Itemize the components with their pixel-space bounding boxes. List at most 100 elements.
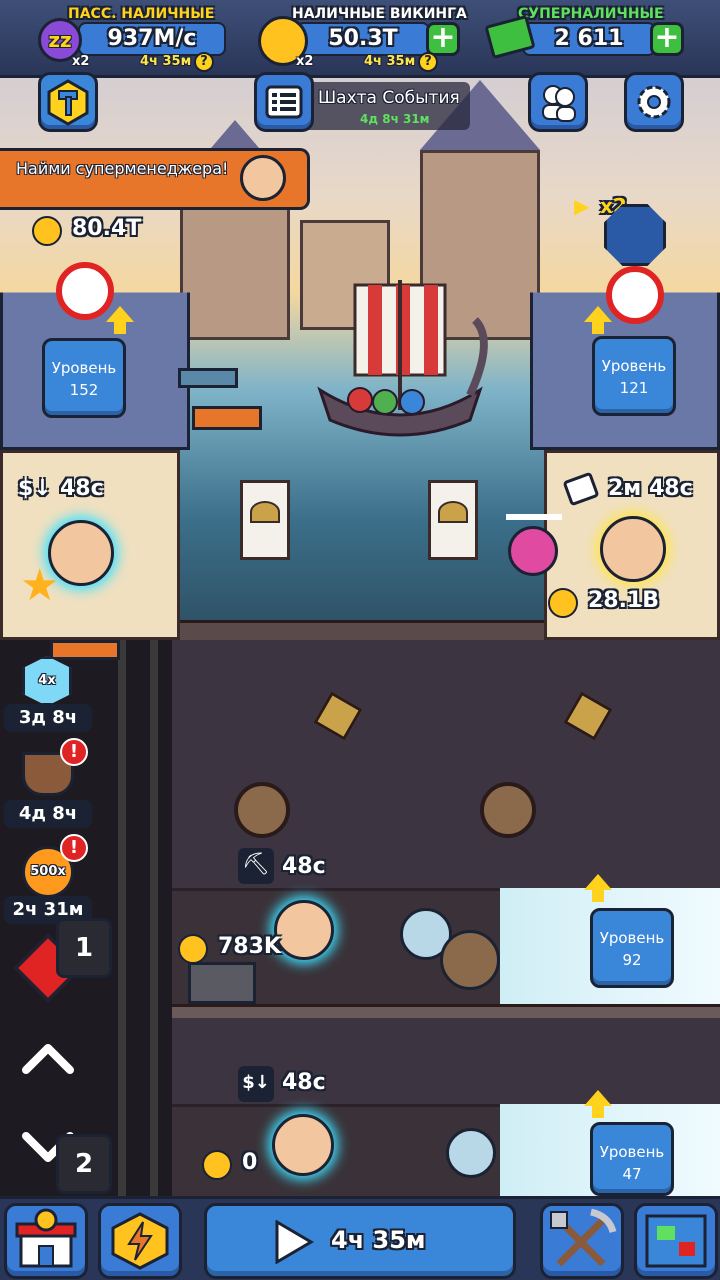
shaft-rail xyxy=(150,640,158,1196)
star-icon: ★ xyxy=(20,560,60,611)
super-cash-value: 2 611 xyxy=(554,26,624,51)
hammer-decoration xyxy=(313,691,363,741)
viking-cash-add-button[interactable]: + xyxy=(426,22,460,56)
level-label: Уровень xyxy=(599,929,665,947)
passive-multiplier: x2 xyxy=(72,54,90,69)
upgrade-arrow-icon xyxy=(584,1090,612,1118)
boost-timer: 4ч 35м xyxy=(331,1226,426,1254)
viking-timer: 4ч 35м xyxy=(364,54,416,69)
shaft-2-manager-avatar[interactable] xyxy=(272,1114,334,1176)
coin-icon xyxy=(32,216,62,246)
warehouse-cash: 80.4T xyxy=(72,216,142,241)
gear-icon xyxy=(637,85,671,119)
map-icon xyxy=(645,1214,707,1268)
passive-cash-box[interactable]: 937M/c xyxy=(78,22,226,56)
level-label: Уровень xyxy=(51,359,117,377)
hammer-boost-button[interactable] xyxy=(38,72,98,132)
hire-banner-text: Найми суперменеджера! xyxy=(16,159,229,178)
shaft-number-top[interactable]: 1 xyxy=(56,918,112,978)
lifebuoy-icon xyxy=(606,266,664,324)
pickaxe-shovel-icon xyxy=(550,1208,617,1267)
shop-icon xyxy=(15,1208,77,1268)
coin-icon xyxy=(178,934,208,964)
viking-banner xyxy=(240,480,290,560)
play-icon xyxy=(275,1220,314,1264)
super-cash-box[interactable]: 2 611 xyxy=(522,22,656,56)
alert-badge: ! xyxy=(60,738,88,766)
viking-cash-box[interactable]: 50.3T xyxy=(296,22,430,56)
viking-multiplier: x2 xyxy=(296,54,314,69)
shop-button[interactable] xyxy=(4,1203,88,1279)
alert-badge: ! xyxy=(60,834,88,862)
shaft-1-floor xyxy=(172,1004,720,1018)
bottom-bar: 4ч 35м xyxy=(0,1196,720,1280)
super-cash-title: СУПЕРНАЛИЧНЫЕ xyxy=(518,6,664,22)
upgrade-arrow-icon xyxy=(584,306,612,334)
coin-icon xyxy=(548,588,578,618)
shaft-2-level: 47 xyxy=(622,1165,642,1183)
checklist-icon xyxy=(265,85,303,119)
boost-timer-2: 4д 8ч xyxy=(4,800,92,828)
boost-button[interactable] xyxy=(98,1203,182,1279)
boost-timer-1: 3д 8ч xyxy=(4,704,92,732)
chevron-up-icon[interactable] xyxy=(22,1040,74,1076)
level-label: Уровень xyxy=(599,1143,665,1161)
viking-ship-image xyxy=(317,280,488,437)
coin-icon xyxy=(202,1150,232,1180)
shaft-1-level: 92 xyxy=(622,951,642,969)
shield-decoration xyxy=(480,782,536,838)
elevator-level: 121 xyxy=(619,379,649,397)
viking-banner xyxy=(428,480,478,560)
shield-decoration xyxy=(234,782,290,838)
event-title: Шахта События xyxy=(318,88,460,108)
shaft-2-cash: 0 xyxy=(242,1150,258,1175)
super-cash-add-button[interactable]: + xyxy=(650,22,684,56)
hammer-decoration xyxy=(563,691,613,741)
hammer-icon xyxy=(47,79,89,126)
research-button[interactable] xyxy=(540,1203,624,1279)
passive-help-icon[interactable]: ? xyxy=(194,52,214,72)
bg-house xyxy=(180,190,290,340)
shaft-2-manager-timer: 48с xyxy=(282,1070,326,1095)
passive-cash-value: 937M/c xyxy=(107,26,197,51)
settings-button[interactable] xyxy=(624,72,684,132)
top-bar: ПАСС. НАЛИЧНЫЕ 937M/c zz x2 4ч 35м ? НАЛ… xyxy=(0,0,720,78)
lightning-icon xyxy=(111,1212,169,1270)
elevator-manager-avatar[interactable] xyxy=(600,516,666,582)
dollar-manager-icon: $↓ xyxy=(238,1066,274,1102)
boost-play-button[interactable]: 4ч 35м xyxy=(204,1203,516,1279)
shaft-1-cash: 783K xyxy=(218,934,281,959)
dollar-manager-icon: $↓ xyxy=(18,476,52,501)
shaft-1-manager-timer: 48с xyxy=(282,854,326,879)
manager-face-icon xyxy=(240,155,286,201)
play-small-icon: ▶ xyxy=(574,194,590,218)
shaft-1-crate xyxy=(188,962,256,1004)
map-button[interactable] xyxy=(634,1203,718,1279)
warehouse-level-button[interactable]: Уровень 152 xyxy=(42,338,126,418)
warehouse-manager-timer: 48с xyxy=(60,476,104,501)
hire-super-manager-banner[interactable]: Найми суперменеджера! xyxy=(0,148,310,210)
pickaxe-icon: ⛏ xyxy=(238,848,274,884)
ore-sack xyxy=(440,930,500,990)
shaft-2-level-button[interactable]: Уровень 47 xyxy=(590,1122,674,1196)
elevator-carry: 28.1B xyxy=(588,588,660,613)
friends-icon xyxy=(542,85,576,122)
pipe-nozzle xyxy=(192,406,262,430)
event-panel[interactable]: Шахта События 4д 8ч 31м xyxy=(290,82,470,130)
elevator-cabin-top xyxy=(50,640,120,660)
shaft-number-bottom[interactable]: 2 xyxy=(56,1134,112,1194)
warehouse-level: 152 xyxy=(69,381,99,399)
worker-progress-bar xyxy=(506,514,562,520)
event-list-button[interactable] xyxy=(254,72,314,132)
shaft-1-level-button[interactable]: Уровень 92 xyxy=(590,908,674,988)
level-label: Уровень xyxy=(601,357,667,375)
passive-timer: 4ч 35м xyxy=(140,54,192,69)
elevator-level-button[interactable]: Уровень 121 xyxy=(592,336,676,416)
cart-worker-avatar xyxy=(508,526,558,576)
friends-button[interactable] xyxy=(528,72,588,132)
viking-cash-value: 50.3T xyxy=(328,26,398,51)
miner-worker xyxy=(446,1128,496,1178)
viking-help-icon[interactable]: ? xyxy=(418,52,438,72)
shaft-1-manager-avatar[interactable] xyxy=(274,900,334,960)
pipe xyxy=(178,368,238,388)
